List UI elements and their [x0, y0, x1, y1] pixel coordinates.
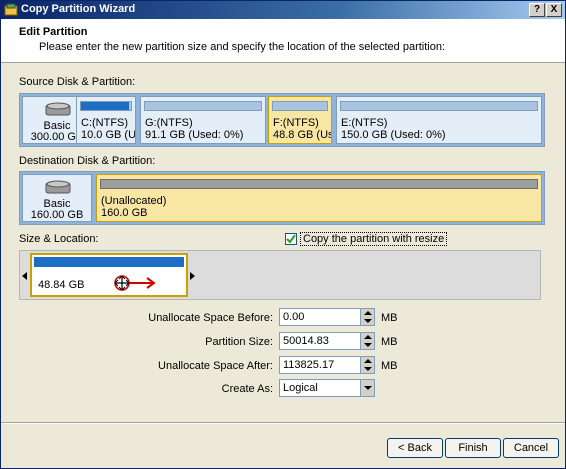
before-value: 0.00 [283, 311, 305, 323]
spin-up-icon[interactable] [364, 359, 372, 363]
spin-down-icon[interactable] [364, 367, 372, 371]
hard-disk-icon [45, 180, 71, 194]
create-as-value: Logical [283, 382, 318, 394]
move-cursor-icon [114, 275, 156, 291]
partition-f[interactable]: F:(NTFS) 48.8 GB (Used [268, 96, 332, 144]
size-spinner[interactable] [360, 333, 374, 349]
check-icon [286, 234, 296, 244]
checkbox-box[interactable] [285, 233, 297, 245]
create-as-dropdown-button[interactable] [360, 380, 374, 396]
after-value: 113825.17 [283, 359, 335, 371]
create-as-label: Create As: [221, 383, 273, 395]
usage-bar [144, 101, 262, 111]
partition-info: 160.0 GB [101, 207, 148, 219]
after-unit: MB [381, 360, 398, 372]
partition-name: C:(NTFS) [81, 117, 129, 129]
spin-down-icon[interactable] [364, 343, 372, 347]
title-bar: Copy Partition Wizard ? X [1, 1, 565, 19]
close-button[interactable]: X [546, 3, 562, 17]
copy-with-resize-label: Copy the partition with resize [300, 232, 448, 246]
partition-wizard-icon [4, 3, 18, 16]
partition-info: 48.8 GB (Used [273, 129, 331, 141]
cancel-button[interactable]: Cancel [503, 438, 559, 458]
source-disk-row: Basic 300.00 GB C:(NTFS) 10.0 GB (Used G… [19, 93, 545, 147]
right-handle-arrow-icon[interactable] [190, 272, 195, 280]
destination-disk-size: 160.00 GB [30, 209, 84, 221]
destination-disk-row: Basic 160.00 GB (Unallocated) 160.0 GB [19, 171, 545, 225]
size-unit: MB [381, 336, 398, 348]
usage-bar [272, 101, 328, 111]
spin-up-icon[interactable] [364, 311, 372, 315]
after-spinner[interactable] [360, 357, 374, 373]
spin-up-icon[interactable] [364, 335, 372, 339]
partition-block-size: 48.84 GB [38, 279, 85, 291]
before-label: Unallocate Space Before: [148, 312, 273, 324]
partition-e[interactable]: E:(NTFS) 150.0 GB (Used: 0%) [336, 96, 542, 144]
partition-c[interactable]: C:(NTFS) 10.0 GB (Used [76, 96, 136, 144]
before-unit: MB [381, 312, 398, 324]
partition-size-block[interactable]: 48.84 GB [30, 253, 188, 297]
usage-bar [340, 101, 538, 111]
back-button[interactable]: < Back [387, 438, 443, 458]
partition-name: F:(NTFS) [273, 117, 319, 129]
unallocate-before-input[interactable]: 0.00 [279, 308, 375, 326]
footer-separator [1, 422, 565, 424]
chevron-down-icon [364, 386, 372, 390]
header-subtitle: Please enter the new partition size and … [39, 41, 446, 53]
wizard-window: Copy Partition Wizard ? X Edit Partition… [0, 0, 566, 469]
source-label: Source Disk & Partition: [19, 76, 136, 88]
partition-g[interactable]: G:(NTFS) 91.1 GB (Used: 0%) [140, 96, 266, 144]
help-button[interactable]: ? [529, 3, 545, 17]
partition-name: (Unallocated) [101, 195, 167, 207]
unallocate-after-input[interactable]: 113825.17 [279, 356, 375, 374]
partition-block-bar [34, 257, 184, 267]
left-handle-arrow-icon[interactable] [22, 272, 27, 280]
spin-down-icon[interactable] [364, 319, 372, 323]
size-location-label: Size & Location: [19, 233, 99, 245]
usage-bar [80, 101, 132, 111]
destination-disk-info[interactable]: Basic 160.00 GB [22, 174, 92, 222]
destination-label: Destination Disk & Partition: [19, 155, 156, 167]
size-label: Partition Size: [205, 336, 273, 348]
size-location-slider: 48.84 GB [19, 250, 541, 300]
header-title: Edit Partition [19, 26, 88, 38]
partition-info: 150.0 GB (Used: 0%) [341, 129, 446, 141]
partition-info: 91.1 GB (Used: 0%) [145, 129, 244, 141]
unallocated-partition[interactable]: (Unallocated) 160.0 GB [96, 174, 542, 222]
finish-button[interactable]: Finish [445, 438, 501, 458]
partition-info: 10.0 GB (Used [81, 129, 136, 141]
unallocated-bar [100, 179, 538, 189]
create-as-select[interactable]: Logical [279, 379, 375, 397]
size-value: 50014.83 [283, 335, 329, 347]
before-spinner[interactable] [360, 309, 374, 325]
hard-disk-icon [45, 102, 71, 116]
usage-fill [81, 102, 129, 110]
after-label: Unallocate Space After: [158, 360, 273, 372]
window-title: Copy Partition Wizard [21, 3, 136, 15]
partition-name: G:(NTFS) [145, 117, 193, 129]
wizard-header: Edit Partition Please enter the new part… [1, 19, 565, 63]
partition-name: E:(NTFS) [341, 117, 388, 129]
partition-size-input[interactable]: 50014.83 [279, 332, 375, 350]
